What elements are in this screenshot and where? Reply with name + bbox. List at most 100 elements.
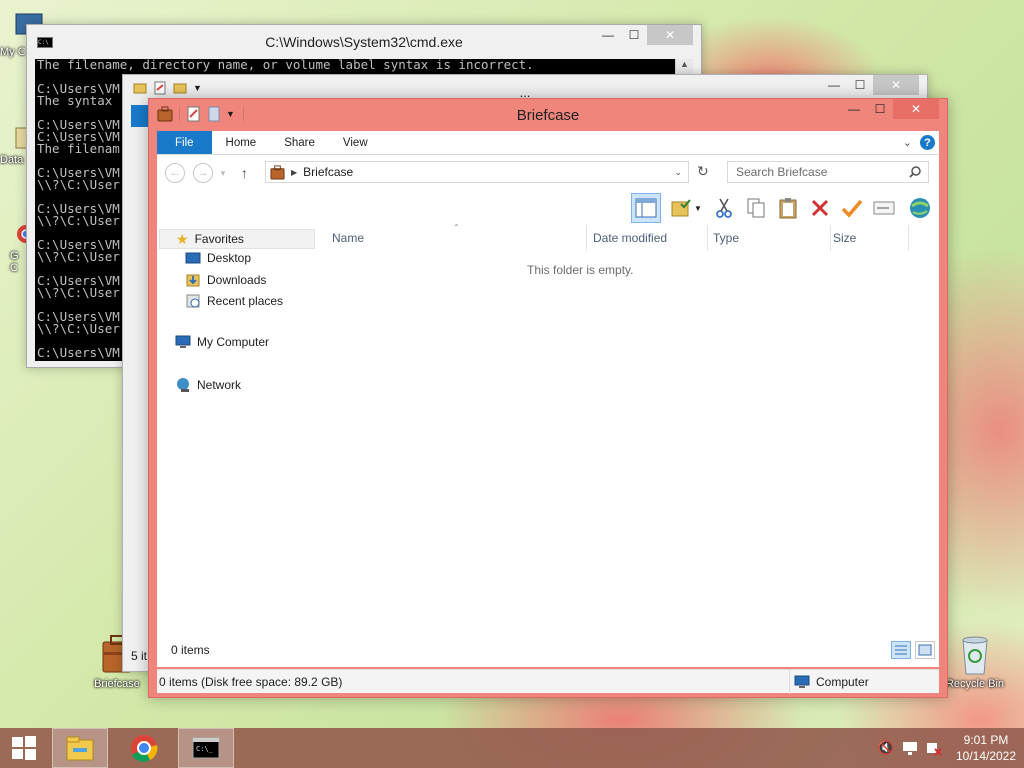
preview-pane-button[interactable] [631, 193, 661, 223]
cmd-icon: C:\_ [192, 737, 220, 759]
explorer-titlebar[interactable]: ▼ Briefcase — ☐ ✕ [149, 99, 947, 131]
scroll-up-icon[interactable]: ▲ [676, 59, 693, 69]
delete-icon [811, 199, 829, 217]
details-view-button[interactable] [891, 641, 911, 659]
column-headers: ⌃ Name Date modified Type Size [327, 223, 939, 251]
briefcase-icon [270, 164, 285, 180]
details-view-icon [895, 645, 907, 655]
network-icon[interactable] [902, 740, 918, 756]
status-location-label: Computer [816, 675, 869, 689]
back-button[interactable]: ← [165, 163, 185, 183]
desktop-icon-recycle-bin[interactable]: Recycle Bin [940, 632, 1010, 690]
taskbar-file-explorer[interactable] [52, 728, 108, 768]
nav-computer[interactable]: My Computer [175, 335, 269, 349]
nav-desktop[interactable]: Desktop [185, 251, 251, 265]
taskbar: C:\_ 🔇 9:01 PM 10/14/2022 [0, 728, 1024, 768]
tab-view[interactable]: View [329, 131, 382, 154]
forward-button[interactable]: → [193, 163, 213, 183]
close-button[interactable]: ✕ [647, 25, 693, 45]
column-header-date-modified[interactable]: Date modified [593, 225, 708, 251]
minimize-button[interactable]: — [595, 25, 621, 45]
desktop-icon-label: Briefcase [94, 678, 140, 690]
nav-recent-label: Recent places [207, 294, 284, 308]
desktop-icon-label: Recycle Bin [945, 678, 1005, 690]
expand-ribbon-icon[interactable]: ⌄ [903, 136, 912, 149]
paste-button[interactable] [775, 195, 801, 221]
help-icon[interactable]: ? [920, 135, 935, 150]
downloads-icon [186, 274, 200, 287]
nav-downloads-label: Downloads [207, 273, 267, 287]
clock-date: 10/14/2022 [955, 749, 1017, 763]
recent-places-icon [186, 294, 200, 308]
start-button[interactable] [0, 728, 48, 768]
properties-button[interactable]: ▼ [667, 195, 705, 221]
nav-network-label: Network [197, 378, 242, 392]
refresh-icon[interactable]: ↻ [697, 163, 709, 180]
minimize-button[interactable]: — [841, 99, 867, 119]
nav-computer-label: My Computer [197, 335, 270, 349]
tab-file[interactable]: File [157, 131, 212, 154]
large-icons-view-button[interactable] [915, 641, 935, 659]
column-header-name[interactable]: Name [332, 225, 587, 251]
nav-favorites[interactable]: ★ Favorites [159, 229, 315, 249]
sync-button[interactable] [907, 195, 933, 221]
nav-desktop-label: Desktop [207, 251, 252, 265]
breadcrumb-briefcase[interactable]: Briefcase [303, 165, 353, 179]
taskbar-cmd[interactable]: C:\_ [178, 728, 234, 768]
tab-share[interactable]: Share [270, 131, 329, 154]
accept-button[interactable] [839, 195, 865, 221]
preview-pane-icon [635, 198, 657, 218]
windows-logo-icon [12, 736, 36, 760]
maximize-button[interactable]: ☐ [621, 25, 647, 45]
taskbar-chrome[interactable] [116, 728, 172, 768]
nav-recent[interactable]: Recent places [185, 293, 283, 309]
tab-home[interactable]: Home [212, 131, 271, 154]
column-header-type[interactable]: Type [713, 225, 831, 251]
address-row: ← → ▼ ↑ ▶ Briefcase ⌄ ↻ Search Briefcase [157, 155, 939, 191]
up-button[interactable]: ↑ [241, 165, 248, 181]
console-line: The filename, directory name, or volume … [37, 59, 534, 72]
volume-muted-icon[interactable]: 🔇 [878, 740, 894, 756]
status-text: 5 it [131, 649, 148, 663]
system-tray: 🔇 9:01 PM 10/14/2022 [878, 728, 1024, 768]
status-bar: 0 items (Disk free space: 89.2 GB) Compu… [157, 669, 939, 694]
close-button[interactable]: ✕ [873, 75, 919, 95]
command-toolbar: ▼ [157, 191, 939, 225]
address-dropdown-icon[interactable]: ⌄ [674, 167, 682, 178]
action-center-icon[interactable] [926, 740, 942, 756]
copy-button[interactable] [743, 195, 769, 221]
nav-downloads[interactable]: Downloads [185, 272, 266, 288]
delete-button[interactable] [807, 195, 833, 221]
minimize-button[interactable]: — [821, 75, 847, 95]
computer-icon [794, 675, 810, 688]
cmd-titlebar[interactable]: C:\ C:\Windows\System32\cmd.exe — ☐ ✕ [27, 25, 701, 59]
search-icon[interactable] [908, 165, 922, 179]
chrome-icon [131, 735, 158, 762]
item-count: 0 items [171, 643, 210, 657]
maximize-button[interactable]: ☐ [847, 75, 873, 95]
copy-icon [747, 198, 765, 218]
search-placeholder: Search Briefcase [736, 165, 828, 179]
maximize-button[interactable]: ☐ [867, 99, 893, 119]
nav-network[interactable]: Network [175, 377, 241, 393]
rename-icon [873, 201, 895, 215]
cut-button[interactable] [711, 195, 737, 221]
recent-locations-icon[interactable]: ▼ [219, 169, 227, 178]
close-button[interactable]: ✕ [893, 99, 939, 119]
nav-favorites-label: Favorites [194, 232, 244, 246]
large-icons-view-icon [918, 644, 932, 656]
rename-button[interactable] [871, 195, 897, 221]
status-disk-space: 0 items (Disk free space: 89.2 GB) [159, 674, 343, 689]
clock[interactable]: 9:01 PM 10/14/2022 [948, 732, 1024, 764]
globe-icon [910, 198, 930, 218]
column-header-size[interactable]: Size [833, 225, 909, 251]
recycle-bin-icon [962, 636, 988, 675]
star-icon: ★ [176, 230, 189, 247]
folder-check-icon [671, 199, 691, 217]
network-icon [177, 378, 189, 392]
content-area[interactable]: ▼ ★ Favorites Desktop Downloads Recent p… [157, 191, 939, 667]
breadcrumb-separator-icon[interactable]: ▶ [291, 168, 297, 177]
address-bar[interactable]: ▶ Briefcase ⌄ [265, 161, 689, 183]
search-input[interactable]: Search Briefcase [727, 161, 929, 183]
explorer-window[interactable]: ▼ Briefcase — ☐ ✕ File Home Share View ⌄… [148, 98, 948, 698]
